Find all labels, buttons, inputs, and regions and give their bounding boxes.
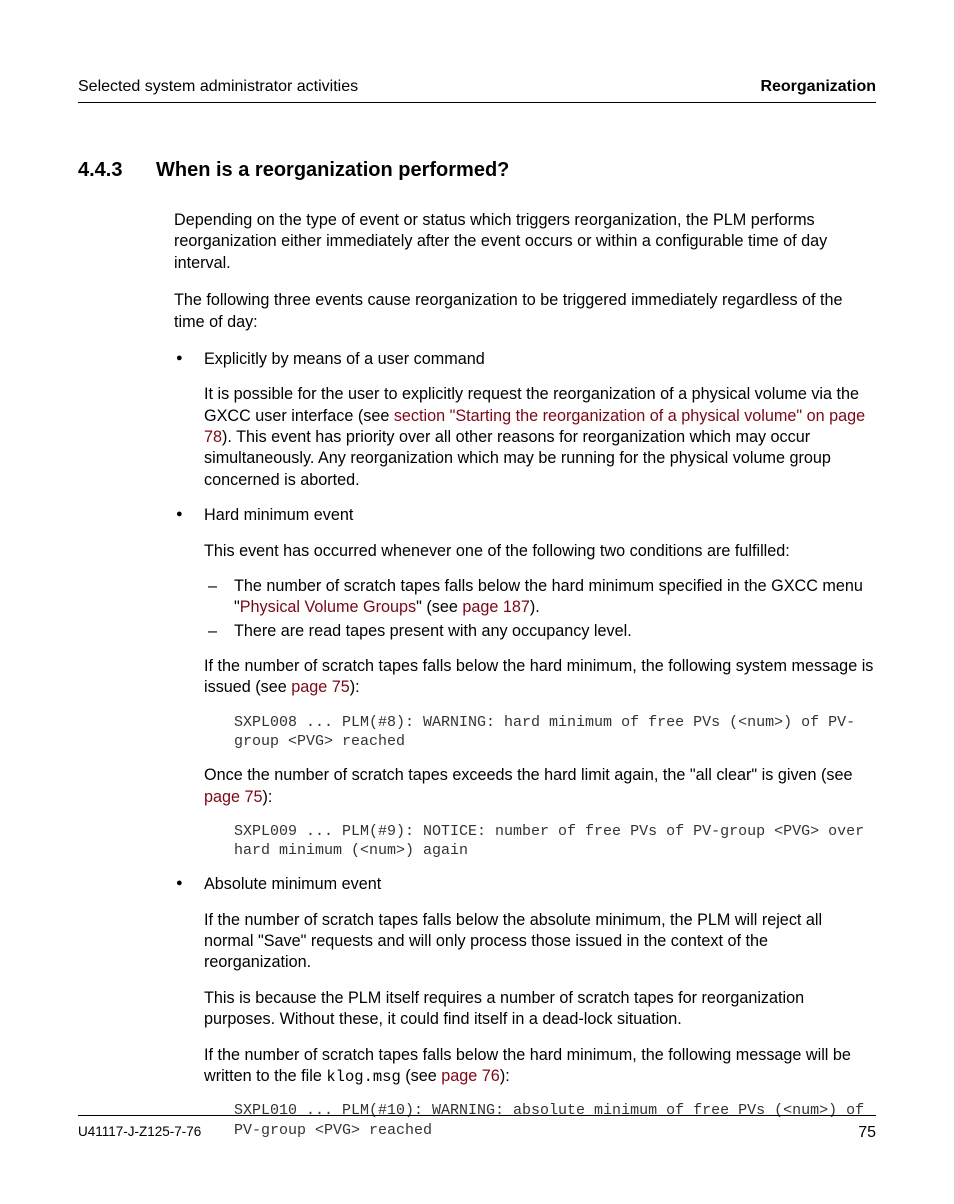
page-header: Selected system administrator activities… bbox=[78, 78, 876, 103]
intro-paragraph-2: The following three events cause reorgan… bbox=[174, 290, 876, 333]
section-heading: 4.4.3 When is a reorganization performed… bbox=[78, 159, 876, 182]
text: ). bbox=[530, 598, 540, 616]
file-klog-msg: klog.msg bbox=[326, 1068, 400, 1086]
text: Once the number of scratch tapes exceeds… bbox=[204, 766, 853, 784]
body-column: Depending on the type of event or status… bbox=[174, 210, 876, 1140]
link-page-187[interactable]: page 187 bbox=[462, 598, 530, 616]
hard-min-clear-intro: Once the number of scratch tapes exceeds… bbox=[204, 765, 876, 808]
text: " (see bbox=[416, 598, 462, 616]
page-footer: U41117-J-Z125-7-76 75 bbox=[78, 1115, 876, 1142]
section-title: When is a reorganization performed? bbox=[156, 159, 509, 182]
abs-min-p2: This is because the PLM itself requires … bbox=[204, 988, 876, 1031]
event-absolute-minimum: Absolute minimum event If the number of … bbox=[174, 874, 876, 1139]
text: ): bbox=[500, 1067, 510, 1085]
condition-1: The number of scratch tapes falls below … bbox=[204, 576, 876, 619]
section-number: 4.4.3 bbox=[78, 159, 156, 182]
text: If the number of scratch tapes falls bel… bbox=[204, 1046, 851, 1085]
header-right: Reorganization bbox=[760, 78, 876, 96]
event-explicit-title: Explicitly by means of a user command bbox=[204, 349, 876, 370]
link-page-75-b[interactable]: page 75 bbox=[204, 788, 263, 806]
event-hard-minimum-lead: This event has occurred whenever one of … bbox=[204, 541, 876, 562]
text: ): bbox=[263, 788, 273, 806]
link-pvg[interactable]: Physical Volume Groups bbox=[240, 598, 416, 616]
header-left: Selected system administrator activities bbox=[78, 78, 358, 96]
event-hard-minimum: Hard minimum event This event has occurr… bbox=[174, 505, 876, 860]
hard-min-msg-intro: If the number of scratch tapes falls bel… bbox=[204, 656, 876, 699]
abs-min-p1: If the number of scratch tapes falls bel… bbox=[204, 910, 876, 974]
event-list: Explicitly by means of a user command It… bbox=[174, 349, 876, 1140]
code-sxpl008: SXPL008 ... PLM(#8): WARNING: hard minim… bbox=[234, 713, 876, 751]
event-explicit: Explicitly by means of a user command It… bbox=[174, 349, 876, 491]
hard-min-conditions: The number of scratch tapes falls below … bbox=[204, 576, 876, 642]
text: ). This event has priority over all othe… bbox=[204, 428, 831, 489]
doc-id: U41117-J-Z125-7-76 bbox=[78, 1124, 201, 1142]
intro-paragraph-1: Depending on the type of event or status… bbox=[174, 210, 876, 274]
text: ): bbox=[350, 678, 360, 696]
text: (see bbox=[401, 1067, 442, 1085]
abs-min-p3: If the number of scratch tapes falls bel… bbox=[204, 1045, 876, 1088]
page: Selected system administrator activities… bbox=[0, 0, 954, 1204]
event-absolute-minimum-title: Absolute minimum event bbox=[204, 874, 876, 895]
condition-2: There are read tapes present with any oc… bbox=[204, 621, 876, 642]
code-sxpl009: SXPL009 ... PLM(#9): NOTICE: number of f… bbox=[234, 822, 876, 860]
link-page-76[interactable]: page 76 bbox=[441, 1067, 500, 1085]
page-number: 75 bbox=[858, 1124, 876, 1142]
link-page-75-a[interactable]: page 75 bbox=[291, 678, 350, 696]
event-hard-minimum-title: Hard minimum event bbox=[204, 505, 876, 526]
event-explicit-body: It is possible for the user to explicitl… bbox=[204, 384, 876, 491]
